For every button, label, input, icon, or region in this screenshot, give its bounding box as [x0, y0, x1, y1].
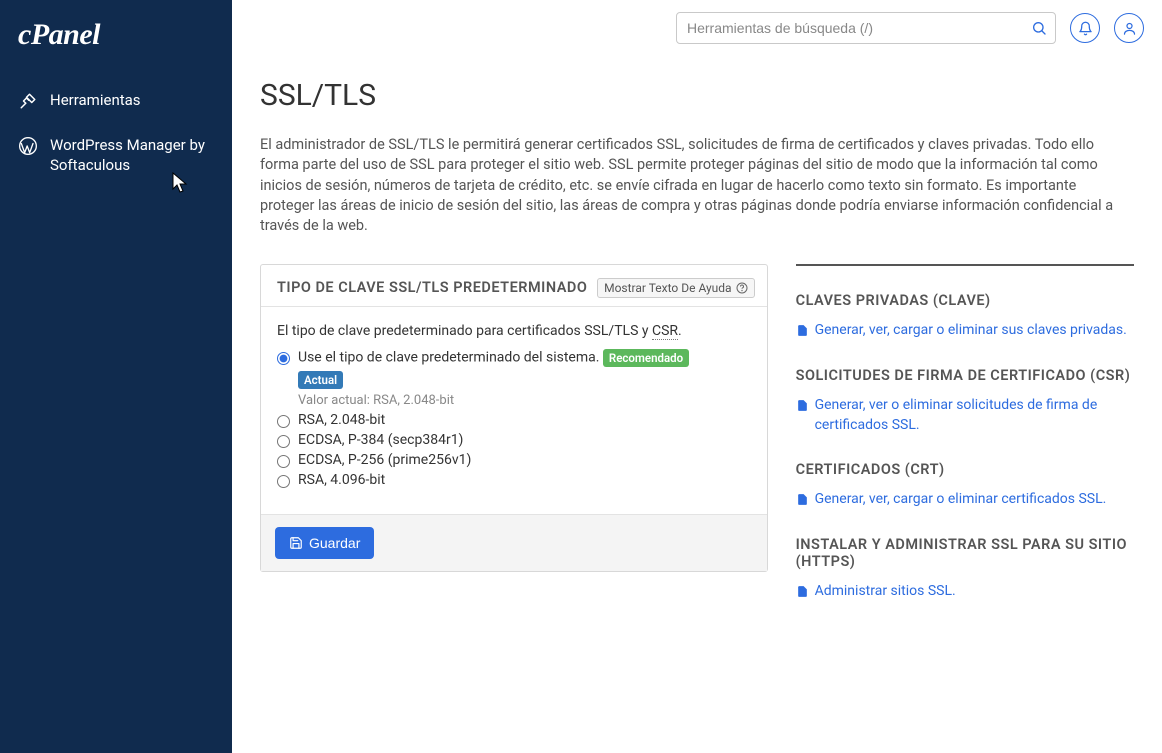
tools-icon — [18, 91, 38, 111]
radio-option-rsa-2048[interactable]: RSA, 2.048-bit — [277, 412, 751, 428]
panel-header: TIPO DE CLAVE SSL/TLS PREDETERMINADO Mos… — [261, 265, 767, 307]
search-input[interactable] — [676, 12, 1056, 44]
link-manage-ssl-sites[interactable]: Administrar sitios SSL. — [796, 582, 1134, 602]
option-label: RSA, 4.096-bit — [298, 472, 385, 488]
current-badge: Actual — [298, 371, 343, 389]
radio-option-ecdsa-p384[interactable]: ECDSA, P-384 (secp384r1) — [277, 432, 751, 448]
panel-footer: Guardar — [261, 514, 767, 571]
link-crt[interactable]: Generar, ver, cargar o eliminar certific… — [796, 490, 1134, 510]
save-button-label: Guardar — [309, 535, 360, 551]
save-button[interactable]: Guardar — [275, 527, 374, 559]
content: SSL/TLS El administrador de SSL/TLS le p… — [232, 56, 1162, 753]
file-icon — [796, 398, 809, 413]
current-value-note: Valor actual: RSA, 2.048-bit — [298, 393, 751, 408]
section-heading-keys: CLAVES PRIVADAS (CLAVE) — [796, 292, 1134, 309]
radio-option-rsa-4096[interactable]: RSA, 4.096-bit — [277, 472, 751, 488]
brand-text: cPanel — [18, 18, 100, 51]
file-icon — [796, 492, 809, 507]
radio-input[interactable] — [277, 435, 290, 448]
search-button[interactable] — [1028, 17, 1050, 39]
column-left: TIPO DE CLAVE SSL/TLS PREDETERMINADO Mos… — [260, 264, 768, 627]
page-title: SSL/TLS — [260, 78, 1134, 113]
help-toggle-label: Mostrar Texto De Ayuda — [604, 281, 731, 295]
column-right: CLAVES PRIVADAS (CLAVE) Generar, ver, ca… — [796, 264, 1134, 627]
columns: TIPO DE CLAVE SSL/TLS PREDETERMINADO Mos… — [260, 264, 1134, 627]
radio-option-system-default[interactable]: Use el tipo de clave predeterminado del … — [277, 349, 751, 408]
link-private-keys[interactable]: Generar, ver, cargar o eliminar sus clav… — [796, 321, 1134, 341]
radio-input[interactable] — [277, 475, 290, 488]
sidebar: cPanel Herramientas WordPress Manager by… — [0, 0, 232, 753]
intro-text: El administrador de SSL/TLS le permitirá… — [260, 135, 1134, 236]
radio-option-ecdsa-p256[interactable]: ECDSA, P-256 (prime256v1) — [277, 452, 751, 468]
sidebar-item-label: Herramientas — [50, 90, 141, 110]
help-icon — [736, 282, 748, 294]
option-label: ECDSA, P-256 (prime256v1) — [298, 452, 471, 468]
radio-input[interactable] — [277, 455, 290, 468]
account-button[interactable] — [1114, 13, 1144, 43]
option-label: Use el tipo de clave predeterminado del … — [298, 350, 599, 366]
help-toggle-button[interactable]: Mostrar Texto De Ayuda — [597, 278, 754, 298]
panel-body: El tipo de clave predeterminado para cer… — [261, 307, 767, 514]
sidebar-item-tools[interactable]: Herramientas — [0, 78, 232, 123]
main: SSL/TLS El administrador de SSL/TLS le p… — [232, 0, 1162, 753]
sidebar-item-wordpress[interactable]: WordPress Manager by Softaculous — [0, 123, 232, 188]
brand-logo: cPanel — [0, 18, 232, 78]
topbar — [232, 0, 1162, 56]
file-icon — [796, 323, 809, 338]
search-wrap — [676, 12, 1056, 44]
notifications-button[interactable] — [1070, 13, 1100, 43]
section-heading-install: INSTALAR Y ADMINISTRAR SSL PARA SU SITIO… — [796, 536, 1134, 570]
option-label: ECDSA, P-384 (secp384r1) — [298, 432, 463, 448]
key-type-panel: TIPO DE CLAVE SSL/TLS PREDETERMINADO Mos… — [260, 264, 768, 572]
save-icon — [289, 536, 303, 550]
csr-abbr: CSR — [652, 323, 678, 340]
radio-input[interactable] — [277, 415, 290, 428]
link-csr[interactable]: Generar, ver o eliminar solicitudes de f… — [796, 396, 1134, 435]
option-label: RSA, 2.048-bit — [298, 412, 385, 428]
user-icon — [1122, 21, 1137, 36]
section-heading-csr: SOLICITUDES DE FIRMA DE CERTIFICADO (CSR… — [796, 367, 1134, 384]
panel-description: El tipo de clave predeterminado para cer… — [277, 323, 751, 339]
wordpress-icon — [18, 136, 38, 156]
sidebar-item-label: WordPress Manager by Softaculous — [50, 135, 214, 176]
file-icon — [796, 584, 809, 599]
section-heading-crt: CERTIFICADOS (CRT) — [796, 461, 1134, 478]
radio-input[interactable] — [277, 352, 290, 365]
bell-icon — [1078, 21, 1093, 36]
recommended-badge: Recomendado — [603, 349, 689, 367]
